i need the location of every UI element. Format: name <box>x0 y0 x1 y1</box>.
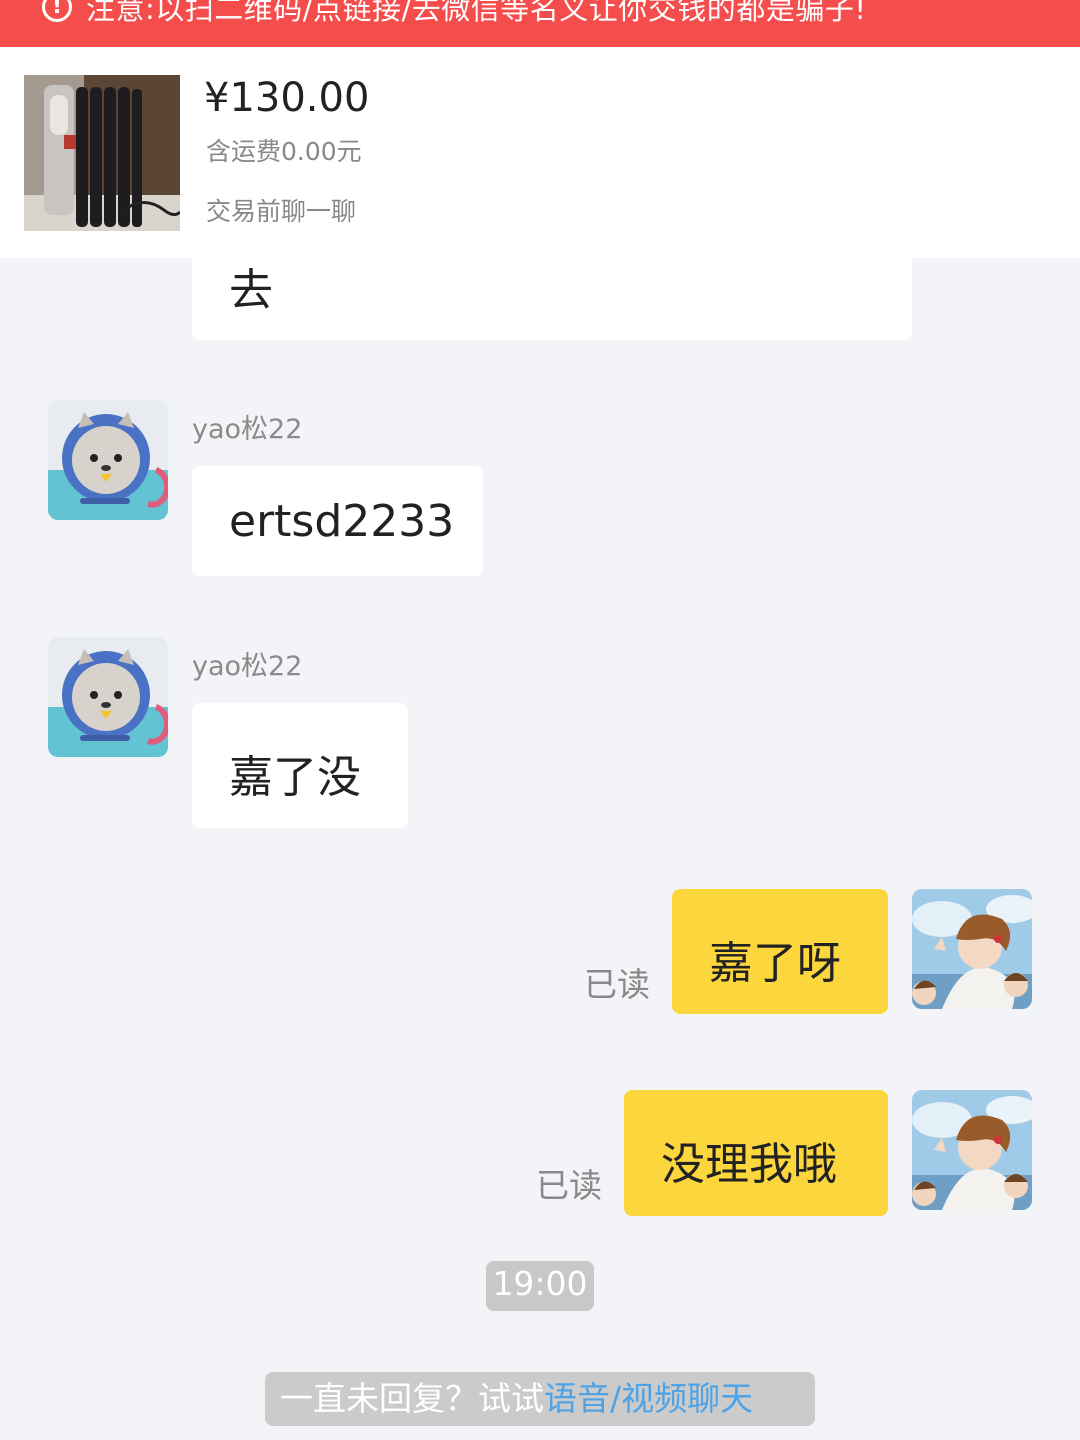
message-timestamp: 19:00 <box>486 1261 594 1311</box>
message-bubble-other[interactable]: 嘉了没 <box>192 703 408 828</box>
shipping-fee: 含运费0.00元 <box>206 137 362 166</box>
voice-video-chat-link[interactable]: 语音/视频聊天 <box>544 1379 753 1418</box>
chat-before-trade-label: 交易前聊一聊 <box>206 197 357 226</box>
sender-username: yao松22 <box>192 651 303 682</box>
message-text: 去 <box>229 265 273 316</box>
sender-username: yao松22 <box>192 414 303 445</box>
message-text: 没理我哦 <box>661 1139 837 1190</box>
product-card[interactable]: ¥130.00 含运费0.00元 交易前聊一聊 <box>0 47 1080 258</box>
read-status: 已读 <box>584 965 650 1004</box>
avatar-me[interactable] <box>912 1090 1032 1210</box>
message-bubble-other[interactable]: ertsd2233 <box>192 466 483 576</box>
no-reply-tip: 一直未回复？试试语音/视频聊天 <box>265 1372 815 1426</box>
message-bubble-me[interactable]: 没理我哦 <box>624 1090 888 1216</box>
message-text: ertsd2233 <box>229 496 455 547</box>
avatar-other[interactable] <box>48 637 168 757</box>
message-bubble-other[interactable]: 去 <box>192 250 912 340</box>
tip-text: 一直未回复？试试 <box>280 1379 544 1418</box>
read-status: 已读 <box>536 1166 602 1205</box>
scam-warning-text: 注意:以扫二维码/点链接/去微信等名义让你交钱的都是骗子! <box>86 0 867 26</box>
avatar-me[interactable] <box>912 889 1032 1009</box>
exclamation-circle-icon: ! <box>42 0 72 22</box>
product-price: ¥130.00 <box>204 75 370 121</box>
avatar-other[interactable] <box>48 400 168 520</box>
message-text: 嘉了没 <box>229 752 361 803</box>
scam-warning-bar: ! 注意:以扫二维码/点链接/去微信等名义让你交钱的都是骗子! <box>0 0 1080 47</box>
message-bubble-me[interactable]: 嘉了呀 <box>672 889 888 1014</box>
message-text: 嘉了呀 <box>709 938 841 989</box>
product-thumbnail[interactable] <box>24 75 180 231</box>
